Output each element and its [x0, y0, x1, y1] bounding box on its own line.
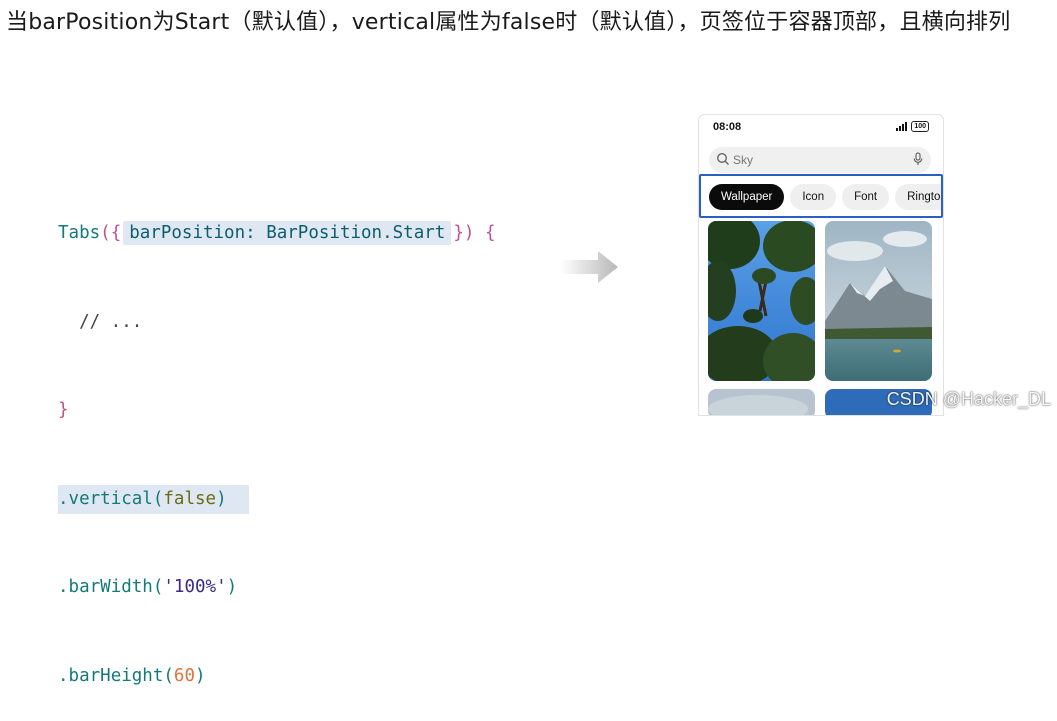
page-heading: 当barPosition为Start（默认值），vertical属性为false… — [6, 10, 1011, 35]
code-paren-open: ( — [152, 577, 164, 597]
code-line-2: // ... — [58, 308, 495, 338]
code-dot: . — [58, 665, 69, 686]
code-tabs-token: Tabs — [58, 223, 101, 243]
search-placeholder: Sky — [733, 153, 754, 167]
status-bar: 08:08 100 — [713, 121, 929, 137]
right-arrow-icon — [560, 251, 618, 283]
code-method-barwidth: barWidth — [68, 577, 153, 597]
search-input[interactable]: Sky — [709, 147, 931, 173]
code-arg-false: false — [163, 488, 217, 509]
tab-ringtone[interactable]: Ringtone — [895, 184, 941, 210]
code-line-1: Tabs({barPosition: BarPosition.Start}) { — [58, 219, 495, 249]
code-close-brace: } — [58, 400, 69, 420]
watermark: CSDN @Hacker_DL — [886, 389, 1051, 409]
code-comment: // ... — [79, 311, 143, 332]
code-open-paren: ({ — [100, 223, 122, 243]
code-block: Tabs({barPosition: BarPosition.Start}) {… — [58, 160, 495, 721]
code-paren-open: ( — [163, 665, 174, 686]
code-highlight-vertical: .vertical(false) — [58, 484, 249, 514]
code-dot: . — [58, 488, 69, 509]
wallpaper-image-partial-1[interactable] — [708, 389, 815, 416]
status-time: 08:08 — [713, 121, 742, 133]
wallpaper-image-trees[interactable] — [708, 221, 815, 381]
code-line-3: } — [58, 396, 495, 426]
code-arg-60: 60 — [173, 665, 195, 686]
code-highlight-barposition: barPosition: BarPosition.Start — [123, 221, 452, 245]
code-paren-close: ) — [226, 577, 238, 597]
tab-font[interactable]: Font — [842, 184, 890, 210]
code-line-6: .barHeight(60) — [58, 662, 495, 692]
tab-bar: Wallpaper Icon Font Ringtone — [699, 174, 943, 218]
code-arg-100-percent: '100%' — [163, 577, 227, 597]
code-method-barheight: barHeight — [68, 665, 164, 686]
battery-icon: 100 — [911, 121, 929, 132]
signal-icon — [896, 122, 908, 131]
microphone-icon[interactable] — [913, 152, 923, 166]
wallpaper-image-mountain[interactable] — [825, 221, 932, 381]
tab-wallpaper[interactable]: Wallpaper — [709, 184, 785, 210]
code-line-4: .vertical(false) — [58, 484, 495, 514]
code-close-paren: }) — [453, 223, 475, 243]
code-paren-open: ( — [152, 488, 164, 509]
search-icon — [716, 152, 729, 165]
code-line-5: .barWidth('100%') — [58, 573, 495, 603]
code-method-vertical: vertical — [68, 488, 153, 509]
phone-preview: 08:08 100 Sky Wallpaper Icon Font Ringto… — [698, 114, 944, 416]
status-indicators: 100 — [896, 121, 929, 132]
code-open-brace: { — [484, 223, 496, 243]
code-paren-close: ) — [195, 665, 206, 686]
tab-icon[interactable]: Icon — [790, 184, 837, 210]
code-paren-close: ) — [216, 488, 227, 509]
code-dot: . — [58, 577, 69, 597]
